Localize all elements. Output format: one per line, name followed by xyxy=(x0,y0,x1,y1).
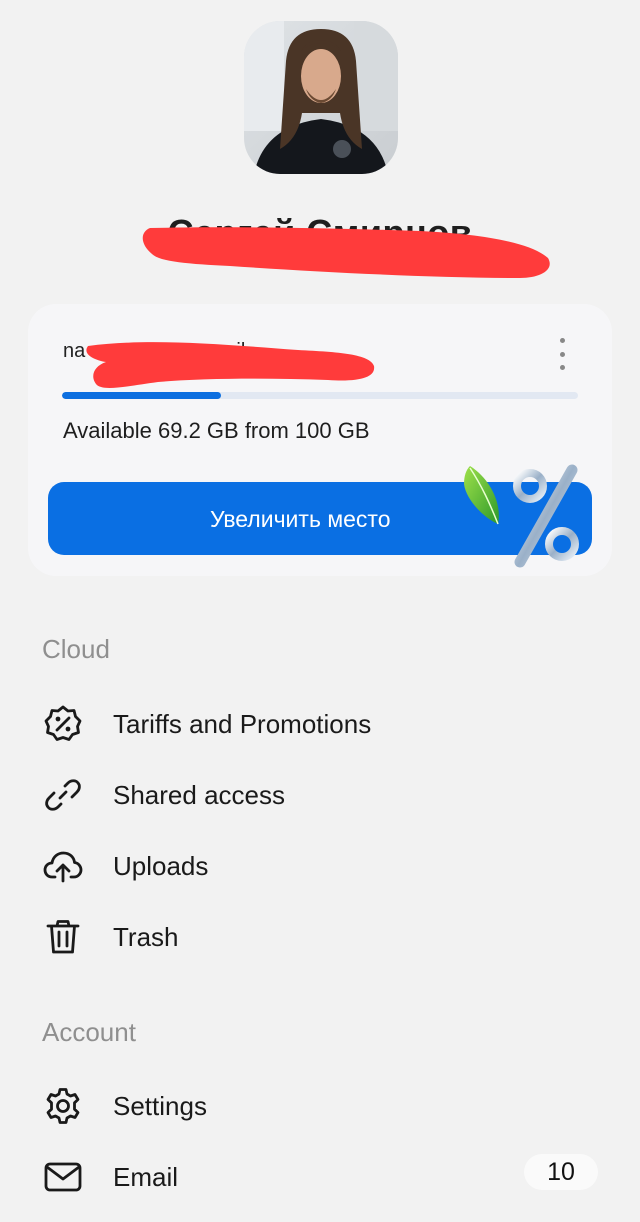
cloud-upload-icon xyxy=(40,843,86,889)
email-redaction-scribble xyxy=(86,342,375,388)
menu-item-email[interactable]: Email 10 xyxy=(40,1152,600,1202)
storage-progress-fill xyxy=(62,392,221,399)
profile-name-area: Сергей Смирнов xyxy=(0,198,640,288)
percent-badge-icon xyxy=(40,701,86,747)
menu-item-settings[interactable]: Settings xyxy=(40,1081,600,1131)
storage-card: na il Available 69.2 GB from 100 GB Увел… xyxy=(28,304,612,576)
menu-label-shared-access: Shared access xyxy=(113,779,285,810)
section-title-cloud: Cloud xyxy=(42,634,110,664)
menu-label-uploads: Uploads xyxy=(113,850,209,881)
menu-label-trash: Trash xyxy=(113,921,179,952)
menu-item-tariffs[interactable]: Tariffs and Promotions xyxy=(40,699,600,749)
menu-label-tariffs: Tariffs and Promotions xyxy=(113,708,372,739)
storage-progress-bar xyxy=(62,392,578,399)
email-count-badge: 10 xyxy=(524,1154,598,1190)
percent-leaf-icon xyxy=(464,464,579,568)
link-icon xyxy=(40,772,86,818)
avatar-photo xyxy=(244,21,398,174)
mail-icon xyxy=(40,1154,86,1200)
menu-item-trash[interactable]: Trash xyxy=(40,912,600,962)
menu-item-uploads[interactable]: Uploads xyxy=(40,841,600,891)
section-title-account: Account xyxy=(42,1017,136,1047)
kebab-icon[interactable] xyxy=(552,338,572,370)
menu-item-shared-access[interactable]: Shared access xyxy=(40,770,600,820)
storage-available-text: Available 69.2 GB from 100 GB xyxy=(63,418,370,443)
menu-label-email: Email xyxy=(113,1161,179,1192)
gear-icon xyxy=(40,1083,86,1129)
increase-storage-button[interactable]: Увеличить место xyxy=(48,464,592,568)
name-redaction-scribble xyxy=(142,227,550,278)
menu-label-settings: Settings xyxy=(113,1090,207,1121)
trash-icon xyxy=(40,914,86,960)
avatar[interactable] xyxy=(244,21,398,174)
